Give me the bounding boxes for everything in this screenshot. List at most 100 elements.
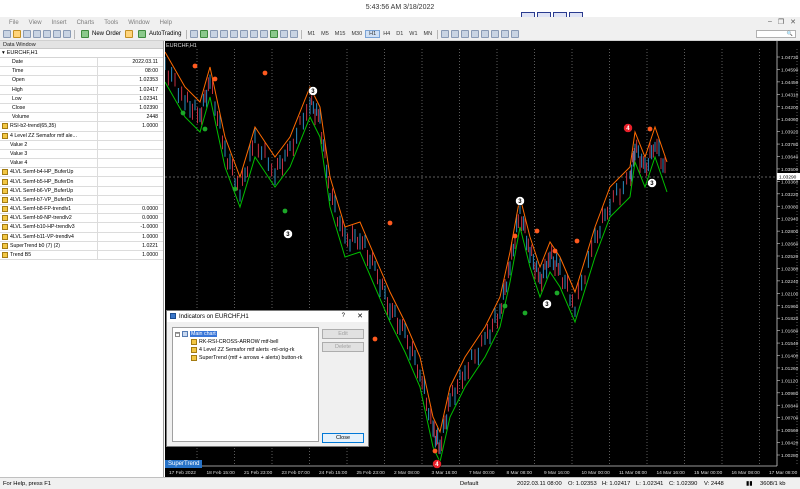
- data-row-label: High: [12, 86, 23, 93]
- data-row-value: 1.02353: [139, 77, 158, 84]
- data-row-name: Low: [0, 94, 98, 103]
- menu-insert[interactable]: Insert: [47, 20, 72, 26]
- data-window-symbol: ▾ EURCHF,H1: [0, 49, 163, 58]
- status-high: H: 1.02417: [602, 481, 631, 487]
- market-watch-icon[interactable]: [23, 30, 31, 38]
- indicator-icon: [2, 233, 8, 240]
- data-row-label: 4LVL Semf-b4-HP_BuferUp: [10, 169, 74, 176]
- time-label: 18 Feb 15:00: [207, 470, 236, 476]
- price-label: 1.02100: [781, 291, 799, 297]
- menu-view[interactable]: View: [24, 20, 47, 26]
- data-row-name: Value 2: [0, 140, 98, 149]
- tree-item[interactable]: RK-RSI-CROSS-ARROW mtf-bell: [175, 338, 316, 346]
- edit-button[interactable]: Edit: [322, 329, 364, 339]
- menu-help[interactable]: Help: [155, 20, 177, 26]
- timeframe-h1[interactable]: H1: [365, 30, 381, 38]
- data-row-name: Value 3: [0, 149, 98, 159]
- autotrading-button[interactable]: AutoTrading: [134, 30, 184, 38]
- channel-icon[interactable]: [481, 30, 490, 38]
- tree-item-label: RK-RSI-CROSS-ARROW mtf-bell: [199, 339, 279, 345]
- timeframe-m30[interactable]: M30: [348, 31, 365, 37]
- connection-icon: ▮▮: [746, 481, 753, 487]
- indicator-icon: [2, 187, 8, 194]
- data-row-value: 08:00: [145, 68, 158, 75]
- horizontal-line-icon[interactable]: [461, 30, 470, 38]
- search-input[interactable]: 🔍: [756, 30, 796, 38]
- data-row: RSI-b2-trend(65,35) 1.0000: [0, 122, 163, 132]
- minimize-icon[interactable]: –: [768, 18, 772, 26]
- menu-tools[interactable]: Tools: [99, 20, 123, 26]
- data-window-icon[interactable]: [33, 30, 41, 38]
- data-row-label: 4LVL Semf-b6-VP_BuferUp: [10, 187, 74, 194]
- data-row-label: Open: [12, 77, 25, 84]
- menu-window[interactable]: Window: [123, 20, 154, 26]
- data-row-value: 1.02390: [139, 105, 158, 112]
- time-label: 9 Mar 16:00: [544, 470, 570, 476]
- data-window-panel: Data Window ▾ EURCHF,H1 Date 2022.03.11 Ti…: [0, 41, 164, 477]
- vertical-line-icon[interactable]: [451, 30, 460, 38]
- tree-item[interactable]: 4 Level ZZ Semafor mtf alerts -ml-orig-r…: [175, 346, 316, 354]
- close-icon[interactable]: ✕: [357, 312, 363, 320]
- data-row-value: 2448: [146, 114, 158, 121]
- dialog-titlebar: Indicators on EURCHF,H1 ? ✕: [167, 311, 368, 322]
- data-row: Date 2022.03.11: [0, 58, 163, 68]
- templates-icon[interactable]: [290, 30, 299, 38]
- time-label: 7 Mar 00:00: [469, 470, 495, 476]
- collapse-icon[interactable]: –: [175, 331, 180, 337]
- tile-windows-icon[interactable]: [240, 30, 249, 38]
- tree-item[interactable]: SuperTrend (mtf + arrows + alerts) butto…: [175, 354, 316, 362]
- new-order-button[interactable]: New Order: [77, 30, 124, 38]
- supertrend-button[interactable]: SuperTrend: [165, 460, 203, 468]
- metaeditor-icon[interactable]: [125, 30, 134, 38]
- zoom-out-icon[interactable]: [230, 30, 239, 38]
- line-chart-icon[interactable]: [210, 30, 219, 38]
- time-label: 21 Feb 23:00: [244, 470, 273, 476]
- bar-chart-icon[interactable]: [190, 30, 199, 38]
- indicator-tree: – Main chart RK-RSI-CROSS-ARROW mtf-bell…: [172, 327, 319, 442]
- new-chart-icon[interactable]: [3, 30, 11, 38]
- menu-charts[interactable]: Charts: [72, 20, 100, 26]
- profiles-icon[interactable]: [13, 30, 21, 38]
- menu-file[interactable]: File: [4, 20, 24, 26]
- tree-root[interactable]: – Main chart: [175, 330, 316, 338]
- indicator-icon: [2, 242, 8, 249]
- time-label: 2 Mar 08:00: [394, 470, 420, 476]
- zoom-in-icon[interactable]: [220, 30, 229, 38]
- autoscroll-icon[interactable]: [250, 30, 259, 38]
- timeframe-h4[interactable]: H4: [380, 31, 393, 37]
- data-row: SuperTrend b0 (7) (2) 1.0221: [0, 241, 163, 251]
- timeframe-m15[interactable]: M15: [332, 31, 349, 37]
- trendline-icon[interactable]: [471, 30, 480, 38]
- crosshair-icon[interactable]: [441, 30, 450, 38]
- timeframe-m1[interactable]: M1: [304, 31, 318, 37]
- chart-shift-icon[interactable]: [260, 30, 269, 38]
- indicators-icon[interactable]: [270, 30, 279, 38]
- data-row-name: 4LVL Semf-b9-NP-trendlv2: [0, 214, 98, 223]
- periods-icon[interactable]: [280, 30, 289, 38]
- candlestick-icon[interactable]: [200, 30, 209, 38]
- semafor-dot: [212, 76, 218, 82]
- fibonacci-icon[interactable]: [491, 30, 500, 38]
- dialog-icon: [170, 313, 176, 319]
- timeframe-w1[interactable]: W1: [406, 31, 420, 37]
- timeframe-d1[interactable]: D1: [393, 31, 406, 37]
- price-label: 1.01120: [781, 378, 798, 384]
- delete-button[interactable]: Delete: [322, 342, 364, 352]
- terminal-icon[interactable]: [53, 30, 61, 38]
- text-icon[interactable]: [501, 30, 510, 38]
- close-button[interactable]: Close: [322, 433, 364, 443]
- arrows-icon[interactable]: [511, 30, 520, 38]
- close-icon[interactable]: ✕: [790, 18, 796, 26]
- window-controls: – ❐ ✕: [768, 18, 796, 26]
- data-row-value: 0.0000: [142, 215, 158, 222]
- timeframe-mn[interactable]: MN: [421, 31, 436, 37]
- navigator-icon[interactable]: [43, 30, 51, 38]
- help-icon[interactable]: ?: [342, 313, 345, 319]
- data-row-name: 4LVL Semf-b6-VP_BuferUp: [0, 186, 98, 195]
- data-row-label: RSI-b2-trend(65,35): [10, 123, 57, 130]
- tester-icon[interactable]: [63, 30, 71, 38]
- time-label: 17 Feb 2022: [169, 470, 196, 476]
- restore-icon[interactable]: ❐: [778, 18, 784, 26]
- timeframe-m5[interactable]: M5: [318, 31, 332, 37]
- collapse-icon[interactable]: ▾: [2, 50, 5, 56]
